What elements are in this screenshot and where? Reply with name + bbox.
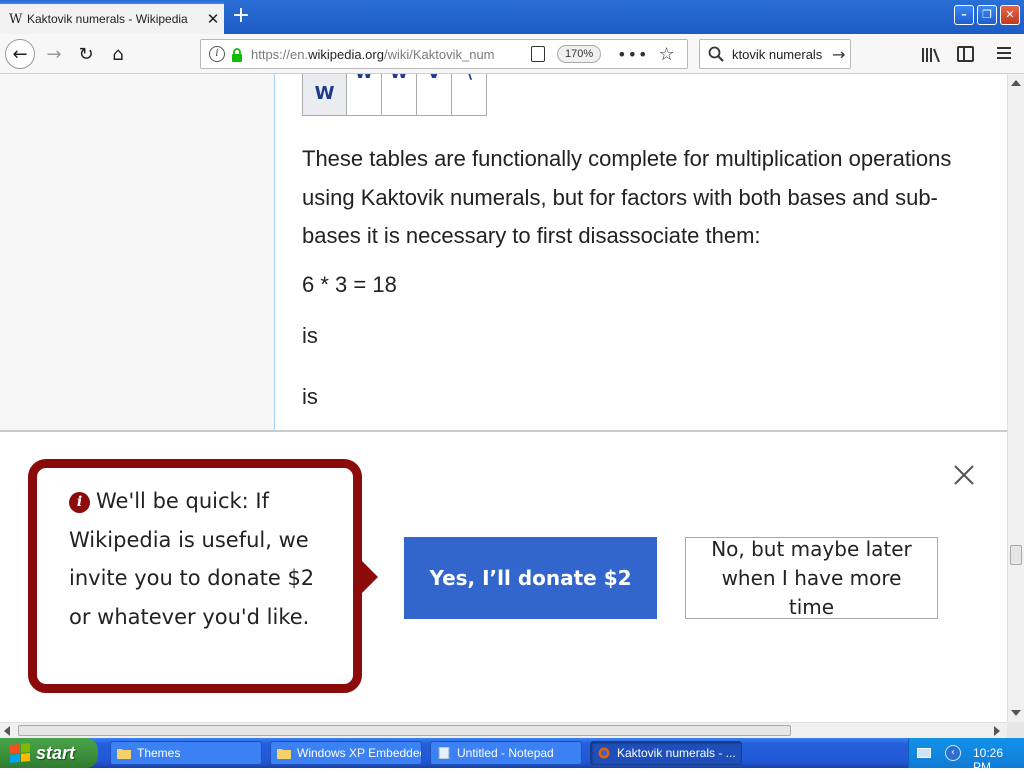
folder-icon xyxy=(277,749,291,759)
donation-banner: i We'll be quick: If Wikipedia is useful,… xyxy=(0,430,1007,722)
vertical-scroll-thumb[interactable] xyxy=(1010,545,1022,565)
close-window-button[interactable]: ✕ xyxy=(1000,5,1020,25)
search-input[interactable]: ktovik numerals xyxy=(732,47,828,62)
horizontal-scroll-thumb[interactable] xyxy=(18,725,791,736)
donation-message: We'll be quick: If Wikipedia is useful, … xyxy=(69,489,315,629)
zoom-level-badge[interactable]: 170% xyxy=(557,45,602,63)
search-go-icon[interactable]: → xyxy=(832,45,845,64)
search-icon xyxy=(708,46,724,62)
search-bar[interactable]: ktovik numerals → xyxy=(699,39,851,69)
equation-text: 6 * 3 = 18 xyxy=(302,272,397,297)
system-tray: ‹ 10:26 PM xyxy=(908,738,1024,774)
numeral-cell: \ xyxy=(451,74,487,116)
library-icon[interactable] xyxy=(922,48,940,62)
equation-is-text: is xyxy=(302,384,318,409)
keyboard-icon[interactable] xyxy=(917,748,931,758)
taskbar-item-themes[interactable]: Themes xyxy=(110,741,262,765)
scroll-up-icon[interactable] xyxy=(1011,80,1021,86)
numeral-table: W W W V \ xyxy=(302,74,487,116)
new-tab-button[interactable]: + xyxy=(228,4,254,30)
taskbar-item-notepad[interactable]: Untitled - Notepad xyxy=(430,741,582,765)
bubble-arrow xyxy=(362,561,378,593)
info-icon: i xyxy=(69,492,90,513)
page-viewport: W W W V \ These tables are functionally … xyxy=(0,74,1007,722)
hamburger-menu-icon[interactable] xyxy=(997,47,1011,59)
tab-close-icon[interactable]: ✕ xyxy=(202,10,224,28)
numeral-cell: W xyxy=(302,74,347,116)
wikipedia-favicon-icon: W xyxy=(9,11,23,27)
taskbar-item-firefox[interactable]: Kaktovik numerals - ... xyxy=(590,741,742,765)
navigation-toolbar: ← → ↻ ⌂ i https://en.wikipedia.org/wiki/… xyxy=(0,34,1024,74)
maybe-later-button[interactable]: No, but maybe later when I have more tim… xyxy=(685,537,938,619)
numeral-cell: V xyxy=(416,74,452,116)
sidebar-toggle-icon[interactable] xyxy=(957,46,974,62)
start-button[interactable]: start xyxy=(0,738,98,768)
notepad-icon xyxy=(438,747,450,759)
tab-title: Kaktovik numerals - Wikipedia xyxy=(27,12,188,26)
numeral-cell: W xyxy=(346,74,382,116)
scroll-left-icon[interactable] xyxy=(4,726,10,736)
donation-message-bubble: i We'll be quick: If Wikipedia is useful,… xyxy=(28,459,362,693)
equation-is-text: is xyxy=(302,323,318,348)
minimize-button[interactable]: – xyxy=(954,5,974,25)
left-sidebar-area xyxy=(0,74,275,431)
taskbar-item-windows-xp-embedded[interactable]: Windows XP Embedded xyxy=(270,741,422,765)
home-button[interactable]: ⌂ xyxy=(103,39,133,69)
horizontal-scrollbar[interactable] xyxy=(0,722,1007,738)
secure-lock-icon xyxy=(231,47,243,62)
scroll-right-icon[interactable] xyxy=(994,726,1000,736)
close-icon[interactable] xyxy=(952,463,976,487)
article-paragraph: These tables are functionally complete f… xyxy=(302,146,952,248)
site-info-icon[interactable]: i xyxy=(209,46,225,62)
donate-button[interactable]: Yes, I’ll donate $2 xyxy=(404,537,657,619)
url-text[interactable]: https://en.wikipedia.org/wiki/Kaktovik_n… xyxy=(251,47,503,62)
bookmark-star-icon[interactable]: ☆ xyxy=(658,44,674,65)
forward-button[interactable]: → xyxy=(39,39,69,69)
tab-kaktovik-numerals[interactable]: W Kaktovik numerals - Wikipedia ✕ xyxy=(0,2,224,34)
page-actions-icon[interactable]: ••• xyxy=(617,45,648,64)
title-bar: W Kaktovik numerals - Wikipedia ✕ + – ❐ … xyxy=(0,0,1024,34)
restore-button[interactable]: ❐ xyxy=(977,5,997,25)
start-label: start xyxy=(36,742,76,763)
tray-expand-icon[interactable]: ‹ xyxy=(945,745,961,761)
vertical-scrollbar[interactable] xyxy=(1007,74,1024,722)
reader-view-icon[interactable] xyxy=(531,46,545,62)
firefox-icon xyxy=(598,747,610,759)
scroll-corner xyxy=(1007,722,1024,738)
scroll-down-icon[interactable] xyxy=(1011,710,1021,716)
reload-button[interactable]: ↻ xyxy=(71,39,101,69)
clock: 10:26 PM xyxy=(973,746,1004,774)
taskbar: start Themes Windows XP Embedded Untitle… xyxy=(0,738,1024,774)
windows-flag-icon xyxy=(10,742,30,764)
numeral-cell: W xyxy=(381,74,417,116)
back-button[interactable]: ← xyxy=(5,39,35,69)
url-bar[interactable]: i https://en.wikipedia.org/wiki/Kaktovik… xyxy=(200,39,688,69)
folder-icon xyxy=(117,749,131,759)
